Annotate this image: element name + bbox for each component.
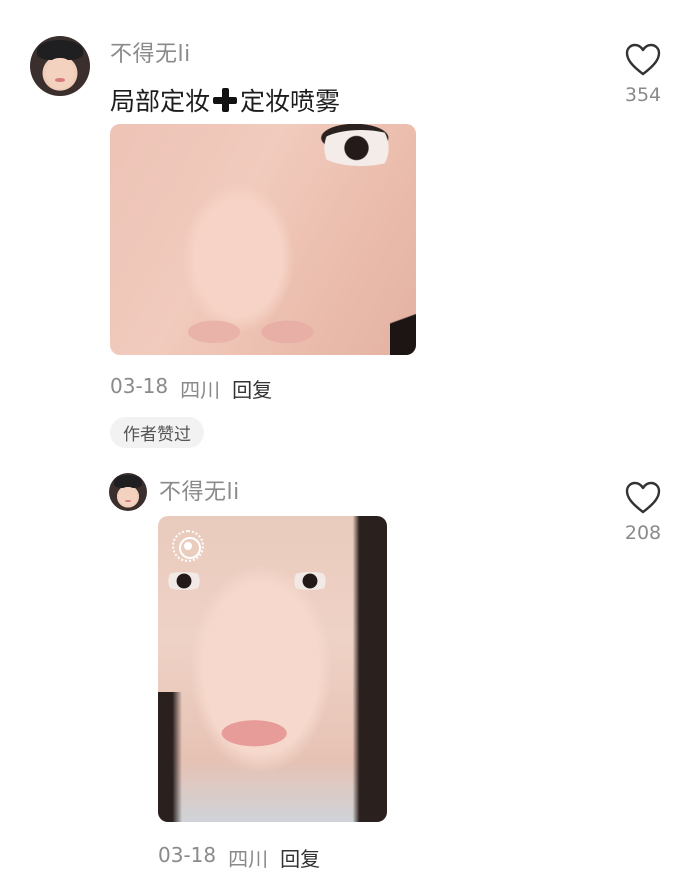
avatar[interactable] <box>109 473 147 511</box>
comment-location: 四川 <box>180 378 221 402</box>
author-liked-badge: 作者赞过 <box>110 417 204 448</box>
comment-photo[interactable] <box>110 124 416 355</box>
reply-username[interactable]: 不得无li <box>159 474 240 506</box>
reply-button[interactable]: 回复 <box>280 843 320 872</box>
comment-text-part: 定妆喷雾 <box>240 87 341 116</box>
reply-date: 03-18 <box>158 843 217 867</box>
reply-location: 四川 <box>228 847 269 871</box>
comment-username[interactable]: 不得无li <box>110 36 191 68</box>
comment-text[interactable]: 局部定妆 定妆喷雾 <box>110 82 340 118</box>
live-photo-icon[interactable] <box>172 530 204 562</box>
like-count: 354 <box>624 84 662 106</box>
heart-icon[interactable] <box>625 481 661 515</box>
comment-thread: 不得无li 局部定妆 定妆喷雾 03-18 四川 回复 作者赞过 354 不得无… <box>0 0 690 882</box>
avatar[interactable] <box>30 36 90 96</box>
reply-photo[interactable] <box>158 516 387 822</box>
plus-icon <box>212 87 238 113</box>
reply-button[interactable]: 回复 <box>232 374 272 403</box>
like-button[interactable]: 354 <box>613 43 673 106</box>
heart-icon[interactable] <box>625 43 661 77</box>
reply-meta: 03-18 四川 回复 <box>158 843 320 872</box>
like-count: 208 <box>624 522 662 544</box>
comment-text-part: 局部定妆 <box>110 87 211 116</box>
comment-date: 03-18 <box>110 374 169 398</box>
like-button[interactable]: 208 <box>613 481 673 544</box>
comment-meta: 03-18 四川 回复 <box>110 374 272 403</box>
